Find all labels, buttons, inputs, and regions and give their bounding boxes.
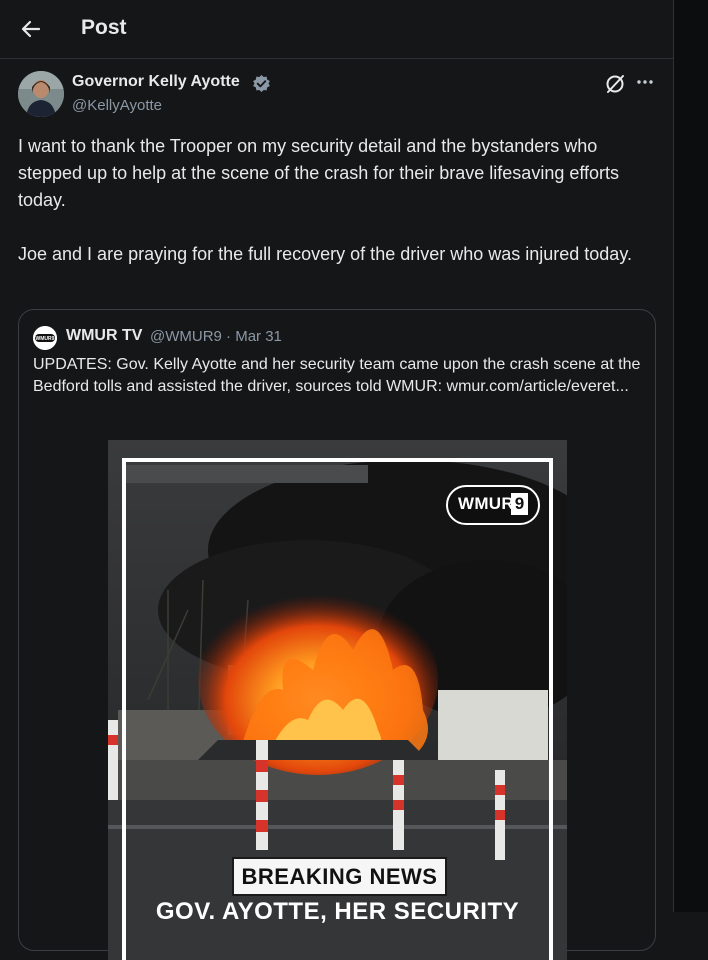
logo-text: WMUR: [458, 494, 514, 513]
grok-button[interactable]: [604, 73, 626, 95]
quote-media-image[interactable]: WMUR 9 BREAKING NEWS GOV. AYOTTE, HER SE…: [108, 440, 567, 960]
quote-meta: @WMUR9 · Mar 31: [150, 328, 282, 345]
post-body: I want to thank the Trooper on my securi…: [18, 133, 648, 268]
more-dots-icon: [637, 80, 653, 84]
media-headline: GOV. AYOTTE, HER SECURITY: [155, 898, 520, 925]
breaking-news-banner: BREAKING NEWS: [232, 857, 447, 896]
post-paragraph: I want to thank the Trooper on my securi…: [18, 136, 620, 210]
page-title: Post: [81, 16, 127, 39]
verified-badge-icon: [252, 74, 271, 93]
quote-avatar[interactable]: WMUR9: [33, 326, 57, 350]
quoted-post[interactable]: WMUR9 WMUR TV @WMUR9 · Mar 31 UPDATES: G…: [18, 309, 656, 960]
logo-digit: 9: [511, 493, 528, 515]
grok-icon: [606, 75, 624, 93]
author-name[interactable]: Governor Kelly Ayotte: [72, 73, 240, 91]
quote-author-name[interactable]: WMUR TV: [66, 327, 142, 345]
quote-text: UPDATES: Gov. Kelly Ayotte and her secur…: [33, 356, 641, 395]
back-button[interactable]: [18, 16, 44, 42]
main-column: Post Governor Kelly Ayotte @KellyAyotte: [0, 0, 673, 960]
quote-avatar-text: WMUR9: [36, 336, 55, 342]
post-paragraph: Joe and I are praying for the full recov…: [18, 244, 632, 264]
post-header: Post: [0, 0, 673, 59]
wmur-logo: WMUR 9: [446, 485, 540, 525]
breaking-news-text: BREAKING NEWS: [241, 864, 438, 889]
arrow-left-icon: [21, 20, 41, 38]
author-handle[interactable]: @KellyAyotte: [72, 97, 162, 114]
right-sidebar-strip: [673, 0, 708, 912]
author-avatar[interactable]: [18, 71, 64, 117]
more-button[interactable]: [635, 72, 655, 92]
